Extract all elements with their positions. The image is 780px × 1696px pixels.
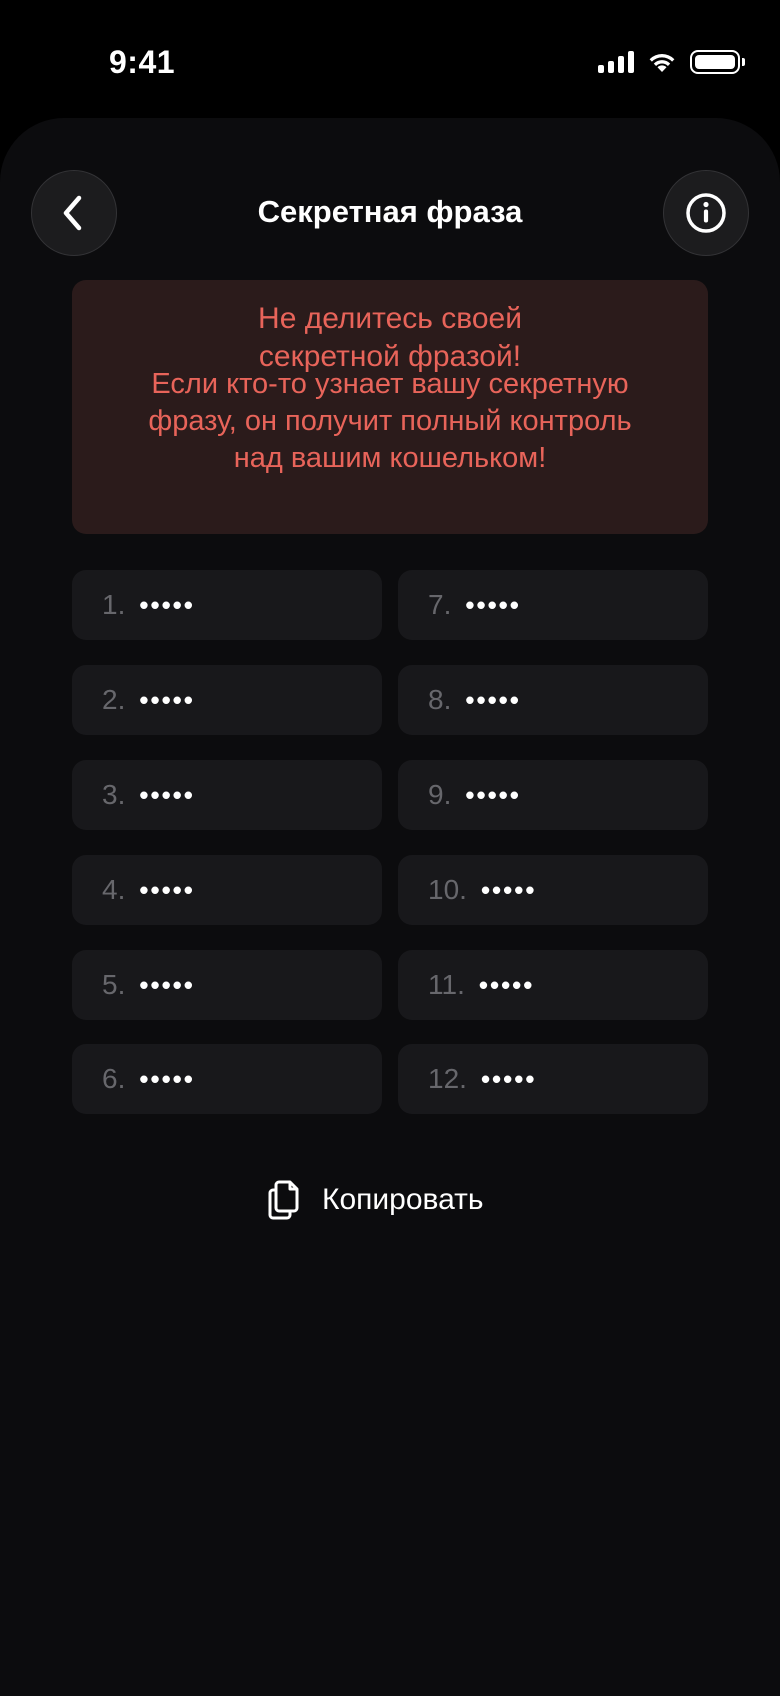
word-cell-12[interactable]: 12. •••••	[398, 1044, 708, 1114]
word-number: 5.	[102, 969, 126, 1000]
warning-banner: Не делитесь своей секретной фразой! Если…	[72, 280, 708, 534]
word-cell-2[interactable]: 2. •••••	[72, 665, 382, 735]
word-mask: •••••	[139, 874, 195, 905]
word-mask: •••••	[139, 589, 195, 620]
battery-icon	[690, 50, 745, 74]
word-mask: •••••	[139, 969, 195, 1000]
status-bar: 9:41	[0, 0, 780, 120]
word-mask: •••••	[139, 1063, 195, 1094]
word-number: 7.	[428, 589, 452, 620]
word-number: 8.	[428, 684, 452, 715]
info-button[interactable]	[663, 170, 749, 256]
word-mask: •••••	[480, 874, 537, 905]
wifi-icon	[649, 54, 675, 72]
word-number: 1.	[102, 589, 126, 620]
copy-label: Копировать	[322, 1183, 484, 1216]
word-cell-9[interactable]: 9. •••••	[398, 760, 708, 830]
status-time: 9:41	[109, 44, 176, 80]
word-number: 12.	[428, 1063, 467, 1094]
word-number: 10.	[428, 874, 467, 905]
warning-text: Если кто-то узнает вашу секретную фразу,…	[148, 368, 632, 474]
word-number: 2.	[102, 684, 126, 715]
word-number: 3.	[102, 779, 126, 810]
word-cell-11[interactable]: 11. •••••	[398, 950, 708, 1020]
word-number: 11.	[428, 969, 465, 1000]
status-icons	[598, 50, 745, 74]
word-mask: •••••	[478, 969, 535, 1000]
word-cell-4[interactable]: 4. •••••	[72, 855, 382, 925]
word-mask: •••••	[480, 1063, 537, 1094]
word-mask: •••••	[465, 589, 521, 620]
word-number: 4.	[102, 874, 126, 905]
word-mask: •••••	[139, 779, 195, 810]
word-mask: •••••	[465, 684, 521, 715]
word-cell-6[interactable]: 6. •••••	[72, 1044, 382, 1114]
info-icon	[686, 193, 726, 233]
warning-title: Не делитесь своей секретной фразой!	[258, 302, 522, 373]
cellular-signal-icon	[598, 51, 634, 73]
word-number: 9.	[428, 779, 452, 810]
word-number: 6.	[102, 1063, 126, 1094]
word-mask: •••••	[465, 779, 521, 810]
word-mask: •••••	[139, 684, 195, 715]
word-cell-8[interactable]: 8. •••••	[398, 665, 708, 735]
word-cell-3[interactable]: 3. •••••	[72, 760, 382, 830]
copy-icon	[268, 1180, 299, 1220]
word-cell-10[interactable]: 10. •••••	[398, 855, 708, 925]
word-cell-1[interactable]: 1. •••••	[72, 570, 382, 640]
word-cell-7[interactable]: 7. •••••	[398, 570, 708, 640]
word-cell-5[interactable]: 5. •••••	[72, 950, 382, 1020]
copy-button[interactable]: Копировать	[266, 1170, 484, 1230]
